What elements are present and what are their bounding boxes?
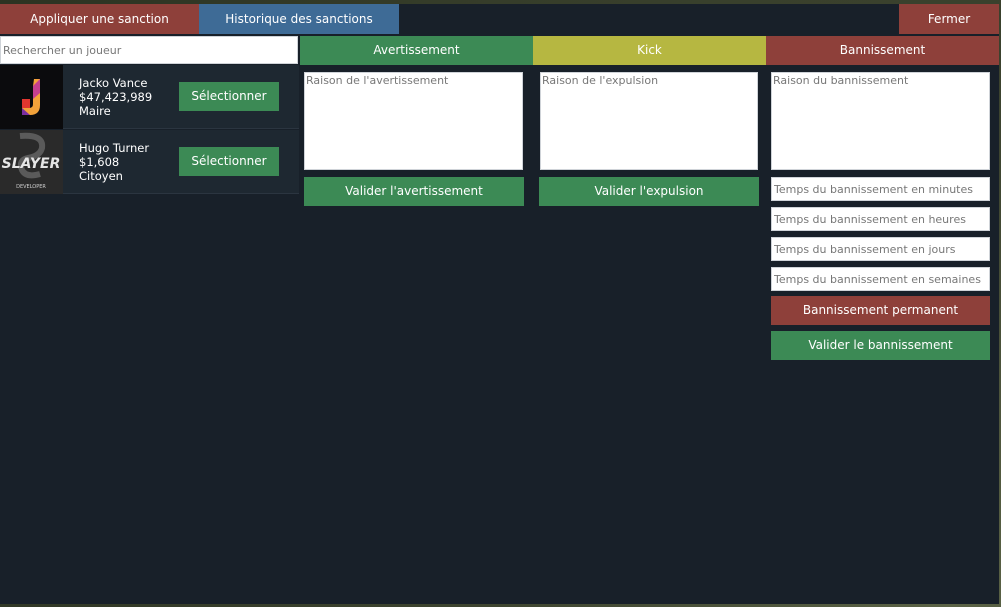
player-name: Jacko Vance — [79, 76, 148, 90]
close-button[interactable]: Fermer — [899, 4, 999, 34]
warning-reason-input[interactable] — [304, 72, 523, 170]
ban-minutes-input[interactable] — [771, 177, 990, 201]
avatar-wordmark: SLAYER — [2, 156, 61, 172]
player-money: $47,423,989 — [79, 90, 153, 104]
player-row: SLAYER DEVELOPER Hugo Turner $1,608 Cito… — [0, 130, 299, 194]
player-job: Maire — [79, 104, 111, 118]
select-player-button[interactable]: Sélectionner — [179, 82, 279, 111]
tab-ban[interactable]: Bannissement — [766, 36, 999, 65]
ban-reason-input[interactable] — [771, 72, 990, 170]
ban-hours-input[interactable] — [771, 207, 990, 231]
tab-sanction-history[interactable]: Historique des sanctions — [199, 4, 399, 34]
player-job: Citoyen — [79, 169, 123, 183]
player-info: Hugo Turner $1,608 Citoyen — [79, 141, 149, 183]
avatar — [0, 65, 63, 129]
player-money: $1,608 — [79, 155, 120, 169]
player-name: Hugo Turner — [79, 141, 150, 155]
jv-logo-icon — [0, 65, 63, 129]
ban-weeks-input[interactable] — [771, 267, 990, 291]
search-player-input[interactable] — [0, 36, 298, 64]
submit-kick-button[interactable]: Valider l'expulsion — [539, 177, 759, 206]
tab-warning[interactable]: Avertissement — [300, 36, 533, 65]
player-row: Jacko Vance $47,423,989 Maire Sélectionn… — [0, 65, 299, 129]
select-player-button[interactable]: Sélectionner — [179, 147, 279, 176]
avatar: SLAYER DEVELOPER — [0, 130, 63, 194]
tab-apply-sanction[interactable]: Appliquer une sanction — [0, 4, 199, 34]
tab-kick[interactable]: Kick — [533, 36, 766, 65]
sanction-panel: Appliquer une sanction Historique des sa… — [0, 4, 999, 604]
submit-ban-button[interactable]: Valider le bannissement — [771, 331, 990, 360]
kick-reason-input[interactable] — [540, 72, 758, 170]
slayer-developer-logo: SLAYER DEVELOPER — [0, 130, 63, 194]
submit-warning-button[interactable]: Valider l'avertissement — [304, 177, 524, 206]
top-bar: Appliquer une sanction Historique des sa… — [0, 4, 999, 34]
avatar-wordmark-sub: DEVELOPER — [16, 184, 46, 190]
ban-days-input[interactable] — [771, 237, 990, 261]
player-info: Jacko Vance $47,423,989 Maire — [79, 76, 152, 118]
permanent-ban-button[interactable]: Bannissement permanent — [771, 296, 990, 325]
